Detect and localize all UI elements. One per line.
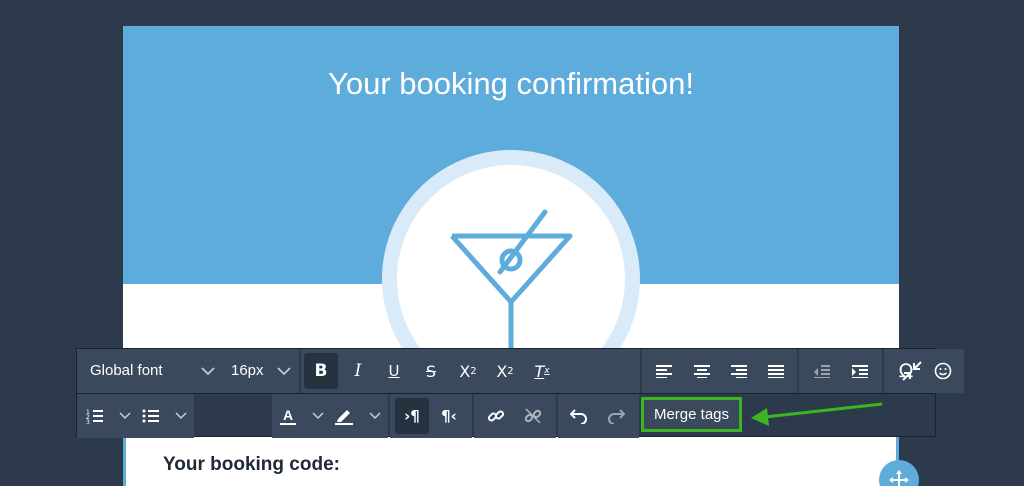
hero-title[interactable]: Your booking confirmation! <box>123 66 899 102</box>
body-block[interactable]: Your booking code: <box>123 437 899 486</box>
font-size-value: 16px <box>231 362 264 379</box>
link-icon[interactable] <box>479 398 513 434</box>
alignment-group <box>642 349 797 393</box>
direction-group: ›¶ ¶‹ <box>390 394 472 438</box>
ordered-list-icon[interactable]: 123 <box>83 398 107 434</box>
color-group: A <box>272 394 388 438</box>
underline-icon[interactable]: U <box>377 353 411 389</box>
chevron-down-icon[interactable] <box>312 394 324 438</box>
text-color-icon[interactable]: A <box>274 398 302 434</box>
bold-icon[interactable]: B <box>304 353 338 389</box>
font-family-value: Global font <box>90 362 163 379</box>
clear-format-icon[interactable]: Tx <box>525 353 559 389</box>
indent-group <box>799 349 882 393</box>
undo-icon[interactable] <box>562 398 596 434</box>
outdent-icon[interactable] <box>805 353 839 389</box>
italic-icon[interactable]: I <box>341 353 375 389</box>
svg-text:3: 3 <box>86 419 90 424</box>
unlink-icon[interactable] <box>516 398 550 434</box>
chevron-down-icon[interactable] <box>119 394 131 438</box>
superscript-icon[interactable]: X2 <box>451 353 485 389</box>
rtl-icon[interactable]: ¶‹ <box>432 398 466 434</box>
history-group <box>558 394 639 438</box>
chevron-down-icon <box>201 349 215 393</box>
chevron-down-icon <box>277 349 291 393</box>
rich-text-toolbar: Global font 16px B I U S X2 X2 Tx Ω 1 2 … <box>76 348 964 438</box>
chevron-down-icon[interactable] <box>369 394 381 438</box>
align-left-icon[interactable] <box>647 353 681 389</box>
align-justify-icon[interactable] <box>759 353 793 389</box>
cocktail-glass-icon <box>450 209 573 366</box>
booking-code-heading[interactable]: Your booking code: <box>163 454 340 476</box>
unordered-list-icon[interactable] <box>139 398 163 434</box>
strikethrough-icon[interactable]: S <box>414 353 448 389</box>
ltr-icon[interactable]: ›¶ <box>395 398 429 434</box>
highlight-icon[interactable] <box>330 398 358 434</box>
align-center-icon[interactable] <box>685 353 719 389</box>
emoji-icon[interactable] <box>926 353 960 389</box>
indent-icon[interactable] <box>843 353 877 389</box>
merge-tags-button[interactable]: Merge tags <box>641 397 742 432</box>
move-handle-icon[interactable] <box>879 460 919 486</box>
align-right-icon[interactable] <box>722 353 756 389</box>
redo-icon[interactable] <box>599 398 633 434</box>
collapse-icon[interactable] <box>895 353 929 389</box>
chevron-down-icon[interactable] <box>175 394 187 438</box>
link-group <box>474 394 556 438</box>
annotation-arrow-icon <box>751 402 883 426</box>
svg-text:A: A <box>283 407 293 423</box>
list-group: 123 <box>77 394 194 438</box>
format-group: B I U S X2 X2 Tx <box>301 349 640 393</box>
subscript-icon[interactable]: X2 <box>488 353 522 389</box>
font-size-select[interactable]: 16px <box>221 349 299 393</box>
